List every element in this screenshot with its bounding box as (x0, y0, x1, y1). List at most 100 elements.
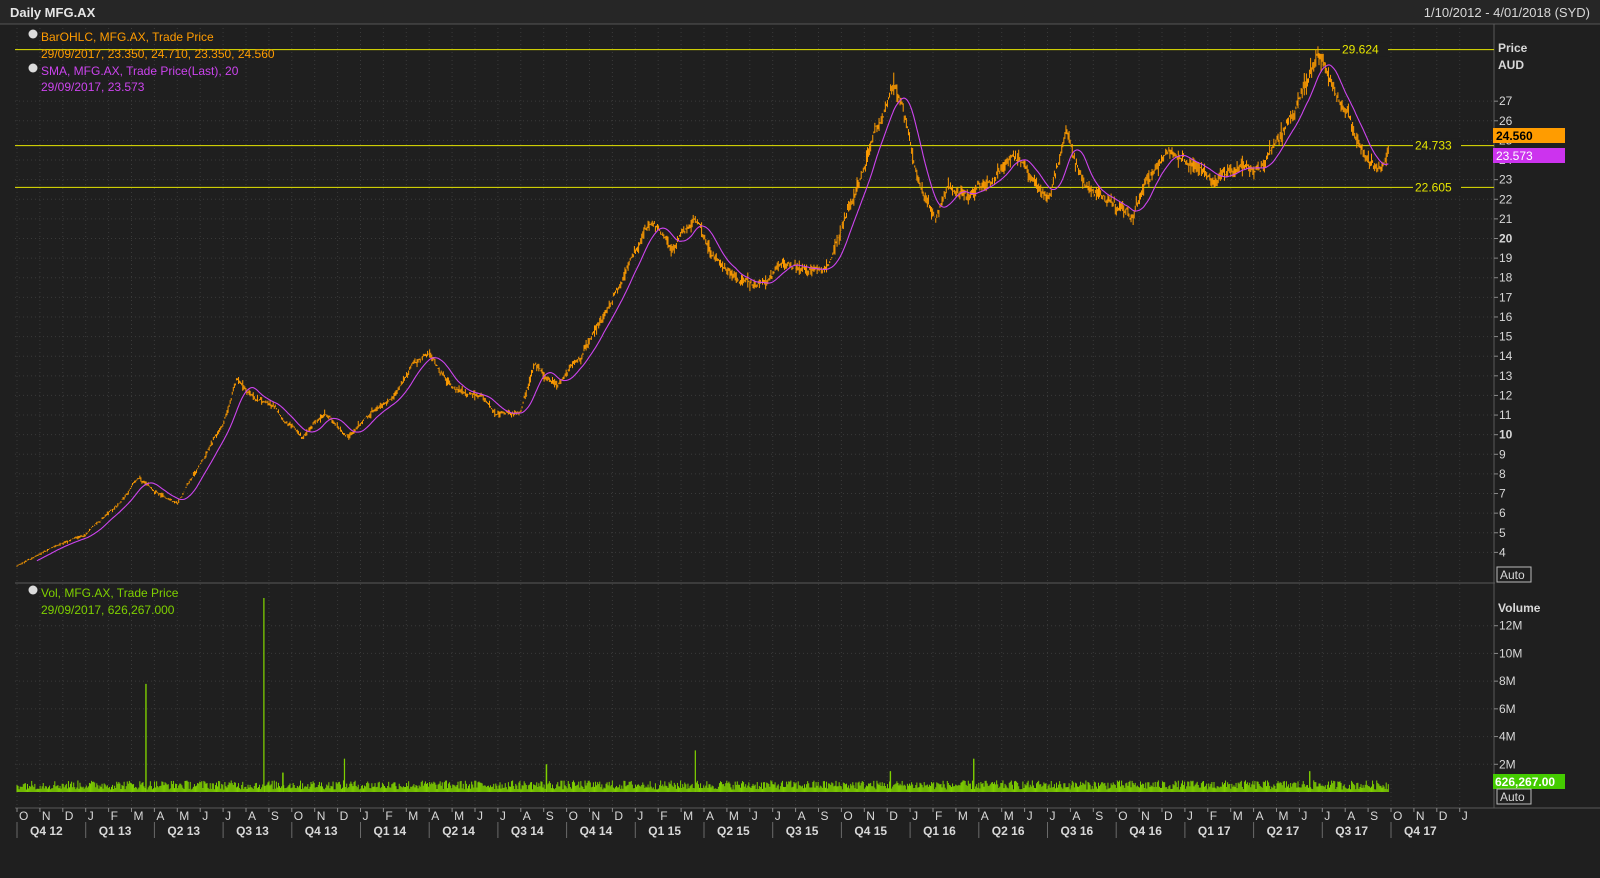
month-label: M (958, 809, 968, 823)
month-label: O (569, 809, 578, 823)
month-label: A (156, 809, 164, 823)
month-label: J (775, 809, 781, 823)
reference-line-label: 29.624 (1342, 43, 1379, 57)
volume-tick-label: 4M (1499, 730, 1516, 744)
volume-auto-label[interactable]: Auto (1500, 790, 1525, 804)
month-label: J (1187, 809, 1193, 823)
price-tick-label: 14 (1499, 349, 1513, 363)
quarter-label: Q2 17 (1267, 824, 1300, 838)
quarter-label: Q4 15 (854, 824, 887, 838)
month-label: J (1462, 809, 1468, 823)
price-tick-label: 12 (1499, 388, 1513, 402)
quarter-label: Q2 16 (992, 824, 1025, 838)
month-label: A (431, 809, 439, 823)
price-tick-label: 20 (1499, 231, 1513, 245)
month-label: A (981, 809, 989, 823)
price-tick-label: 5 (1499, 526, 1506, 540)
price-tick-label: 21 (1499, 212, 1513, 226)
month-label: S (271, 809, 279, 823)
price-tick-label: 10 (1499, 428, 1513, 442)
quarter-label: Q3 17 (1335, 824, 1368, 838)
month-label: A (706, 809, 714, 823)
legend-ohlc-line1: BarOHLC, MFG.AX, Trade Price (41, 30, 214, 44)
quarter-label: Q3 15 (786, 824, 819, 838)
month-label: N (317, 809, 326, 823)
price-tick-label: 26 (1499, 114, 1513, 128)
volume-tick-label: 2M (1499, 757, 1516, 771)
month-label: J (1324, 809, 1330, 823)
month-label: O (1393, 809, 1402, 823)
legend-volume-line2: 29/09/2017, 626,267.000 (41, 603, 175, 617)
month-label: A (1347, 809, 1355, 823)
reference-line-label: 24.733 (1415, 139, 1452, 153)
header-bar (0, 0, 1600, 24)
month-label: D (65, 809, 74, 823)
price-tick-label: 22 (1499, 192, 1513, 206)
price-tick-label: 6 (1499, 506, 1506, 520)
quarter-label: Q3 13 (236, 824, 269, 838)
quarter-label: Q1 15 (648, 824, 681, 838)
volume-tick-label: 8M (1499, 674, 1516, 688)
month-label: J (637, 809, 643, 823)
month-label: N (592, 809, 601, 823)
month-label: J (752, 809, 758, 823)
month-label: N (1141, 809, 1150, 823)
month-label: M (408, 809, 418, 823)
legend-toggle-icon[interactable] (28, 29, 38, 39)
volume-tick-label: 12M (1499, 619, 1522, 633)
legend-toggle-icon[interactable] (28, 63, 38, 73)
month-label: A (798, 809, 806, 823)
quarter-label: Q4 12 (30, 824, 63, 838)
legend-toggle-icon[interactable] (28, 585, 38, 595)
month-label: J (1301, 809, 1307, 823)
last-volume-label: 626,267.00 (1495, 775, 1555, 789)
chart-title: Daily MFG.AX (10, 5, 96, 20)
quarter-label: Q4 17 (1404, 824, 1437, 838)
month-label: A (248, 809, 256, 823)
chart-background (0, 0, 1600, 878)
quarter-label: Q2 14 (442, 824, 475, 838)
quarter-label: Q2 13 (167, 824, 200, 838)
legend-volume-line1: Vol, MFG.AX, Trade Price (41, 586, 179, 600)
month-label: O (294, 809, 303, 823)
price-tick-label: 8 (1499, 467, 1506, 481)
last-price-label: 24.560 (1496, 129, 1533, 143)
chart-canvas: Daily MFG.AX 1/10/2012 - 4/01/2018 (SYD)… (0, 0, 1600, 878)
volume-axis-title: Volume (1498, 601, 1541, 615)
quarter-label: Q1 14 (374, 824, 407, 838)
quarter-label: Q3 16 (1061, 824, 1094, 838)
month-label: F (660, 809, 667, 823)
date-range[interactable]: 1/10/2012 - 4/01/2018 (SYD) (1424, 5, 1590, 20)
month-label: S (546, 809, 554, 823)
volume-tick-label: 6M (1499, 702, 1516, 716)
volume-tick-label: 10M (1499, 646, 1522, 660)
quarter-label: Q1 16 (923, 824, 956, 838)
quarter-label: Q4 16 (1129, 824, 1162, 838)
month-label: N (1416, 809, 1425, 823)
month-label: J (1050, 809, 1056, 823)
quarter-label: Q4 13 (305, 824, 338, 838)
price-tick-label: 15 (1499, 330, 1513, 344)
month-label: A (1072, 809, 1080, 823)
month-label: M (454, 809, 464, 823)
month-label: J (363, 809, 369, 823)
price-axis-title: Price (1498, 41, 1528, 55)
price-auto-label[interactable]: Auto (1500, 568, 1525, 582)
quarter-label: Q1 13 (99, 824, 132, 838)
month-label: F (935, 809, 942, 823)
month-label: F (1210, 809, 1217, 823)
month-label: D (889, 809, 898, 823)
quarter-label: Q3 14 (511, 824, 544, 838)
price-tick-label: 17 (1499, 290, 1513, 304)
price-tick-label: 19 (1499, 251, 1513, 265)
month-label: J (202, 809, 208, 823)
price-axis-unit: AUD (1498, 58, 1524, 72)
month-label: M (179, 809, 189, 823)
volume-auto-button[interactable]: Auto (1496, 788, 1532, 805)
price-tick-label: 4 (1499, 545, 1506, 559)
month-label: M (1004, 809, 1014, 823)
month-label: J (477, 809, 483, 823)
price-tick-label: 13 (1499, 369, 1513, 383)
price-tick-label: 23 (1499, 173, 1513, 187)
price-auto-button[interactable]: Auto (1496, 566, 1532, 583)
